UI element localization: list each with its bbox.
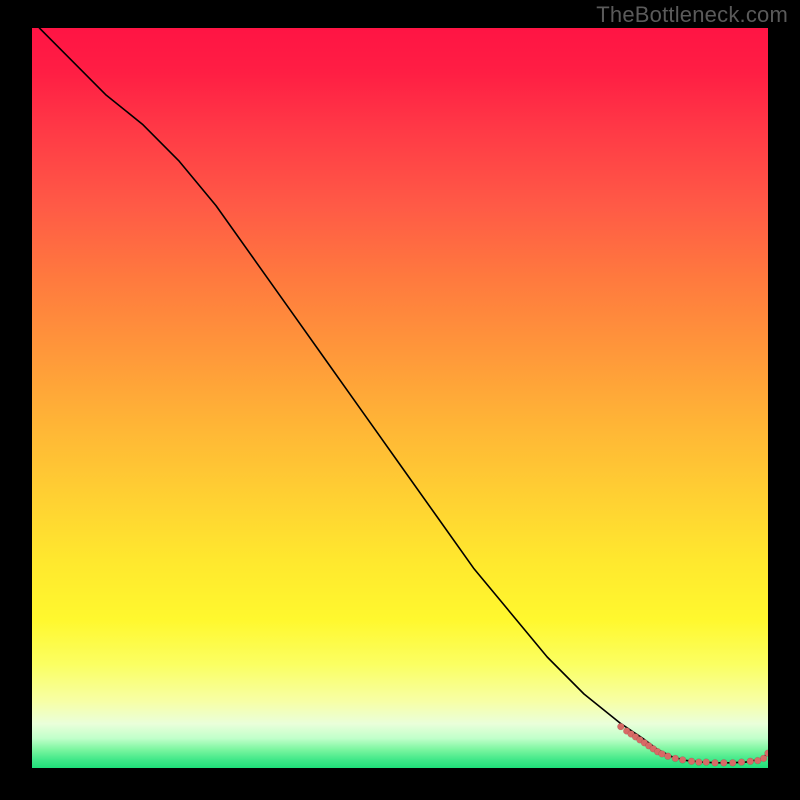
data-point — [672, 755, 679, 762]
data-point — [703, 759, 710, 766]
data-point — [738, 759, 745, 766]
data-point — [679, 757, 686, 764]
data-point — [720, 759, 727, 766]
plot-overlay — [32, 28, 768, 768]
data-point — [712, 759, 719, 766]
bottleneck-curve — [39, 28, 768, 763]
measurement-points — [617, 723, 768, 766]
data-point — [665, 753, 672, 760]
plot-area — [32, 28, 768, 768]
chart-frame: TheBottleneck.com — [0, 0, 800, 800]
data-point — [617, 723, 624, 730]
watermark-text: TheBottleneck.com — [596, 2, 788, 28]
data-point — [695, 759, 702, 766]
data-point — [688, 758, 695, 765]
data-point — [747, 758, 754, 765]
data-point — [729, 759, 736, 766]
